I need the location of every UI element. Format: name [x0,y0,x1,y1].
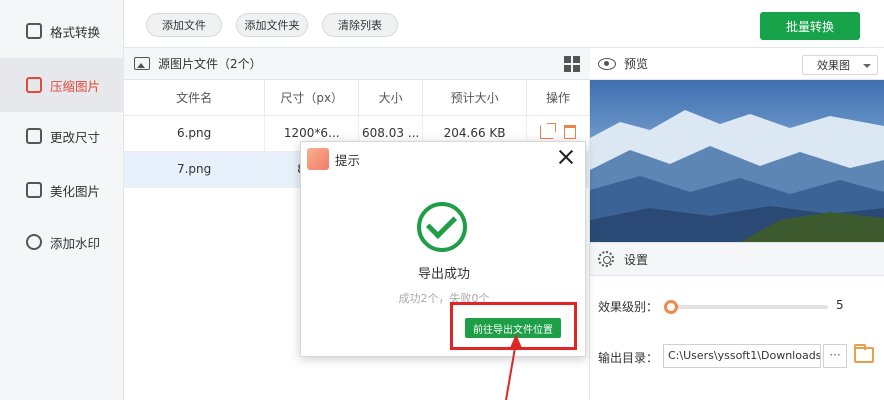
sidebar-item-label: 美化图片 [50,183,101,199]
preview-mode-select[interactable]: 效果图 [802,55,878,75]
sidebar-item-compress[interactable]: 压缩图片 [0,58,124,112]
sidebar-item-label: 压缩图片 [50,78,101,94]
watermark-icon [26,234,42,250]
gear-icon [598,251,614,267]
effect-level-slider[interactable] [668,305,828,309]
column-header-size[interactable]: 大小 [358,80,424,116]
preview-header: 预览 效果图 [590,48,884,80]
sidebar-item-watermark[interactable]: 添加水印 [0,215,124,269]
preview-image [590,80,884,242]
compress-icon [26,77,42,93]
add-folder-button[interactable]: 添加文件夹 [236,13,308,37]
clear-list-button[interactable]: 清除列表 [322,13,398,37]
sidebar-item-resize[interactable]: 更改尺寸 [0,109,124,163]
close-icon[interactable] [557,148,575,166]
cell-filename: 6.png [124,115,266,152]
toolbar: 添加文件 添加文件夹 清除列表 批量转换 [124,0,884,48]
eye-icon [598,57,616,70]
sidebar-item-label: 添加水印 [50,235,101,251]
column-header-actions: 操作 [526,80,590,116]
success-check-icon [417,202,467,252]
open-folder-icon[interactable] [854,344,874,363]
sidebar-item-label: 更改尺寸 [50,129,101,145]
resize-icon [26,128,42,144]
batch-convert-button[interactable]: 批量转换 [760,12,860,40]
dialog-title: 提示 [335,153,361,168]
preview-title: 预览 [624,57,649,71]
settings-title: 设置 [624,252,649,267]
output-dir-label: 输出目录： [598,351,659,365]
dialog-message: 导出成功 [417,267,470,282]
output-dir-field[interactable]: C:\Users\yssoft1\Downloads [663,344,821,368]
preview-panel: 预览 效果图 设置 效果级别： 5 输出目录： C:\Users\yssoft1… [590,48,884,400]
effect-level-value: 5 [836,298,844,312]
source-panel-header: 源图片文件（2个） [124,48,590,80]
grid-view-icon[interactable] [564,56,580,72]
column-header-filename[interactable]: 文件名 [124,80,266,116]
cell-filename: 7.png [124,151,266,188]
app-logo-icon [307,148,329,170]
browse-button[interactable]: ··· [823,344,847,368]
effect-level-label: 效果级别： [598,300,659,314]
mountain-landscape-image [590,80,884,242]
column-header-estimated-size[interactable]: 预计大小 [422,80,528,116]
preview-mode-value: 效果图 [817,59,850,72]
annotation-arrow [505,334,522,400]
open-file-icon[interactable] [540,122,557,139]
beautify-icon [26,182,42,198]
format-convert-icon [26,23,42,39]
delete-icon[interactable] [564,124,577,139]
effect-level-slider-handle[interactable] [664,300,678,314]
settings-header: 设置 [590,242,884,276]
source-panel-title: 源图片文件（2个） [158,57,262,71]
image-icon [134,57,150,70]
sidebar-item-beautify[interactable]: 美化图片 [0,163,124,217]
sidebar-item-format-convert[interactable]: 格式转换 [0,4,124,58]
column-header-dimensions[interactable]: 尺寸（px） [264,80,360,116]
add-file-button[interactable]: 添加文件 [146,13,222,37]
sidebar: 格式转换 压缩图片 更改尺寸 美化图片 添加水印 [0,0,124,400]
sidebar-item-label: 格式转换 [50,24,101,40]
